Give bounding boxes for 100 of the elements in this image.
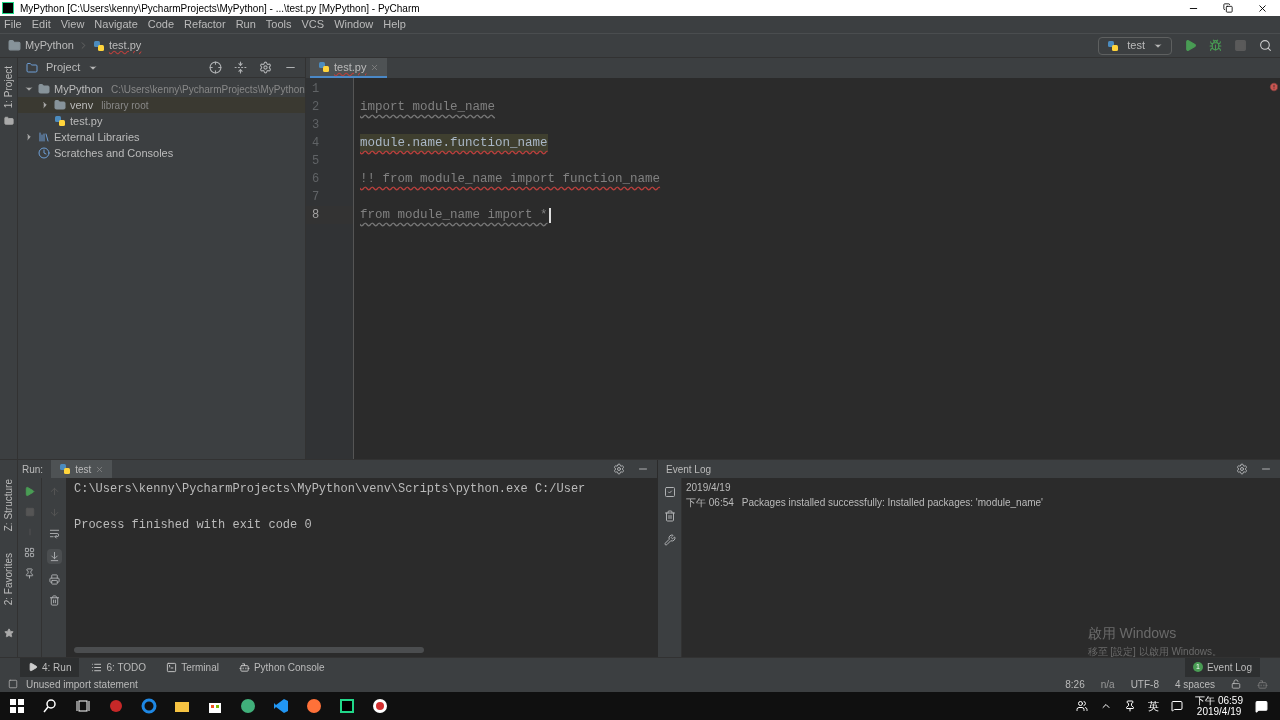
ime-indicator[interactable]: 英	[1148, 697, 1160, 715]
indent-selector[interactable]: 4 spaces	[1174, 676, 1215, 692]
window-title: MyPython [C:\Users\kenny\PycharmProjects\MyPython] - ...\test.py [MyPython] - PyCharm	[20, 1, 420, 16]
menu-item[interactable]: View	[60, 16, 85, 33]
tool-window-tab[interactable]: 1: Project	[1, 66, 16, 109]
tree-label: test.py	[70, 113, 103, 129]
mark-read-icon[interactable]	[663, 486, 676, 498]
panel-label: Run:	[22, 462, 44, 477]
tree-item[interactable]: venv library root	[18, 97, 305, 113]
menu-item[interactable]: Window	[334, 16, 374, 33]
taskbar-pycharm-icon[interactable]	[338, 698, 355, 714]
trash-icon[interactable]	[663, 510, 676, 522]
tree-hint: library root	[101, 98, 149, 113]
caret-position[interactable]: 8:26	[1065, 676, 1085, 692]
menu-item[interactable]: Tools	[265, 16, 292, 33]
layout-icon[interactable]	[24, 547, 35, 558]
taskbar-vscode-icon[interactable]	[272, 698, 289, 714]
restore-icon[interactable]	[1223, 3, 1233, 13]
taskbar-firefox-icon[interactable]	[305, 698, 322, 714]
tool-window-button[interactable]: 6: TODO	[83, 657, 155, 677]
menu-item[interactable]: Edit	[31, 16, 51, 33]
tree-label: venv	[70, 97, 94, 113]
clock-date[interactable]: 2019/4/19	[1196, 706, 1242, 717]
notifications-icon[interactable]	[1255, 699, 1268, 713]
taskbar-atom-icon[interactable]	[239, 698, 256, 714]
lock-icon[interactable]	[1231, 679, 1241, 689]
project-icon	[26, 61, 38, 74]
settings-icon[interactable]	[1236, 463, 1248, 475]
collapse-icon[interactable]	[234, 61, 247, 74]
menu-item[interactable]: Code	[147, 16, 175, 33]
expand-arrow-icon[interactable]	[40, 100, 50, 110]
wrench-icon[interactable]	[663, 534, 676, 546]
tree-label: External Libraries	[54, 129, 140, 145]
menu-item[interactable]: VCS	[301, 16, 325, 33]
editor-tab[interactable]: test.py	[310, 58, 388, 78]
tree-item[interactable]: Scratches and Consoles	[18, 145, 305, 161]
run-tab[interactable]: test	[51, 460, 113, 478]
run-icon[interactable]	[1184, 39, 1197, 52]
folder-icon	[54, 99, 66, 111]
run-icon[interactable]	[24, 486, 35, 497]
taskbar-taskview-icon[interactable]	[74, 698, 91, 714]
terminal-icon	[166, 661, 178, 673]
tool-window-tab[interactable]: Z: Structure	[1, 479, 16, 532]
log-message: Packages installed successfully: Installed packages: 'module_name'	[741, 496, 1044, 510]
tree-item[interactable]: MyPython C:\Users\kenny\PycharmProjects\MyPython	[18, 81, 305, 97]
library-icon	[38, 131, 50, 143]
menu-item[interactable]: Run	[235, 16, 256, 33]
taskbar-search-icon[interactable]	[41, 698, 58, 714]
panel-title[interactable]: Project	[46, 59, 81, 76]
tool-window-button[interactable]: 4: Run	[20, 657, 80, 677]
tool-window-button[interactable]: Terminal	[158, 657, 227, 677]
tool-window-button[interactable]: Python Console	[230, 657, 333, 677]
log-time: 下午 06:54	[686, 496, 734, 510]
code-line: import module_name	[360, 99, 496, 116]
input-icon[interactable]	[1171, 700, 1184, 712]
code-line: from module_name import *	[360, 207, 548, 224]
taskbar-windows-icon[interactable]	[8, 698, 25, 714]
taskbar-edge-icon[interactable]	[140, 698, 157, 714]
expand-arrow-icon[interactable]	[24, 84, 34, 94]
wrap-icon[interactable]	[48, 528, 60, 539]
menu-item[interactable]: Navigate	[94, 16, 138, 33]
people-icon[interactable]	[1076, 700, 1089, 712]
list-icon	[91, 661, 103, 673]
taskbar-record-icon[interactable]	[371, 698, 388, 714]
menu-item[interactable]: Refactor	[184, 16, 226, 33]
debug-icon[interactable]	[1209, 39, 1222, 52]
scroll-to-end-toggle[interactable]	[46, 549, 62, 564]
star-icon	[3, 627, 14, 638]
tree-item[interactable]: External Libraries	[18, 129, 305, 145]
run-config-dropdown[interactable]: test	[1098, 36, 1172, 55]
python-file-icon	[92, 39, 105, 52]
expand-arrow-icon[interactable]	[24, 132, 34, 142]
menu-item[interactable]: Help	[383, 16, 406, 33]
python-file-icon	[1107, 39, 1120, 52]
menu-item[interactable]: File	[4, 16, 22, 33]
tool-window-tab[interactable]: 2: Favorites	[1, 553, 16, 606]
folder-icon	[3, 116, 14, 127]
tree-item[interactable]: test.py	[18, 113, 305, 129]
breadcrumb-item[interactable]: test.py	[108, 37, 142, 54]
clock-time[interactable]: 下午 06:59	[1195, 695, 1243, 706]
status-message: Unused import statement	[26, 677, 138, 692]
pen-icon[interactable]	[1124, 700, 1137, 712]
print-icon[interactable]	[48, 574, 60, 585]
settings-icon[interactable]	[259, 61, 272, 74]
taskbar-app-icon[interactable]	[107, 698, 124, 714]
status-item: n/a	[1100, 677, 1115, 692]
pin-icon[interactable]	[24, 568, 35, 579]
play-icon	[28, 662, 38, 672]
locate-icon[interactable]	[209, 61, 222, 74]
panel-title: Event Log	[666, 462, 712, 477]
close-icon[interactable]	[1257, 2, 1268, 14]
settings-icon[interactable]	[613, 463, 625, 475]
search-icon[interactable]	[1259, 39, 1272, 52]
app-logo-icon	[2, 2, 14, 14]
folder-icon	[38, 83, 50, 95]
trash-icon[interactable]	[48, 595, 60, 606]
encoding-selector[interactable]: UTF-8	[1130, 676, 1159, 692]
scratch-icon	[38, 147, 50, 159]
breadcrumb-item[interactable]: MyPython	[25, 37, 74, 54]
tree-hint: C:\Users\kenny\PycharmProjects\MyPython	[110, 82, 305, 97]
